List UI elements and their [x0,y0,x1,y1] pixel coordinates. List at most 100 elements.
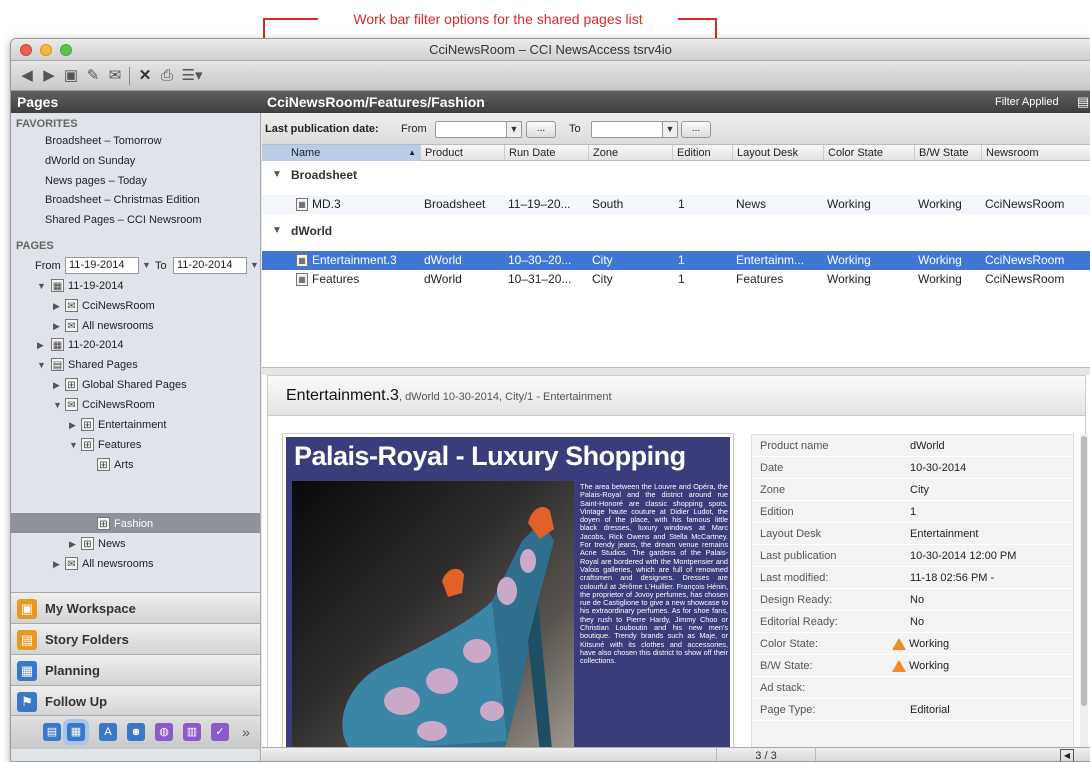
collapse-icon[interactable]: ▶ [69,537,76,551]
back-icon[interactable]: ◀ [17,66,37,86]
scroll-thumb[interactable] [1081,436,1087,706]
collapse-panel-icon[interactable]: ◀ [1060,749,1074,761]
expand-icon[interactable]: ▼ [272,217,282,245]
column-product[interactable]: Product [420,145,504,161]
from-date-input[interactable]: 11-19-2014 [65,257,139,274]
edit-icon[interactable]: ✎ [83,66,103,86]
property-row: Date 10-30-2014 [752,457,1073,479]
property-row: Design Ready: No [752,589,1073,611]
column-edition[interactable]: Edition [672,145,732,161]
tree-item-date[interactable]: 11-19-2014 [68,279,123,293]
tree-item-all-newsrooms[interactable]: All newsrooms [82,557,154,571]
column-bw-state[interactable]: B/W State [914,145,981,161]
tree-item-news[interactable]: News [98,537,126,551]
newsroom-icon: ✉ [65,557,78,570]
more-icon[interactable]: » [237,723,255,741]
property-row: Ad stack: [752,677,1073,699]
planning-button[interactable]: ▦ Planning [11,654,260,685]
view-options-icon[interactable]: ☰▾ [179,66,205,86]
folder-icon: ▤ [17,630,37,650]
tree-item-all-newsrooms[interactable]: All newsrooms [82,319,154,333]
save-icon[interactable]: ▣ [61,66,81,86]
group-header[interactable]: ▼ Broadsheet [262,161,1090,189]
table-row[interactable]: ▦ Features dWorld 10–31–20... City 1 Fea… [262,270,1090,289]
shared-folder-icon: ⊞ [97,458,110,471]
tree-item-global-shared[interactable]: Global Shared Pages [82,378,187,392]
expand-icon[interactable]: ▼ [53,398,62,412]
workbar-from-dropdown-icon[interactable]: ▼ [506,121,522,138]
collapse-icon[interactable]: ▶ [53,557,60,571]
column-zone[interactable]: Zone [588,145,672,161]
story-icon[interactable]: A [99,723,117,741]
workbar-from-input[interactable] [435,121,507,138]
tree-item-newsroom[interactable]: CciNewsRoom [82,299,155,313]
property-row: Color State: Working [752,633,1073,655]
pages-icon[interactable]: ▦ [67,723,85,741]
favorite-item[interactable]: dWorld on Sunday [45,155,135,167]
expand-icon[interactable]: ▼ [69,438,78,452]
people-icon[interactable]: ☻ [127,723,145,741]
header-bar: Pages CciNewsRoom/Features/Fashion Filte… [11,91,1090,113]
print-icon[interactable]: ⎙ [157,66,177,86]
tasks-icon[interactable]: ✓ [211,723,229,741]
tree-item-entertainment[interactable]: Entertainment [98,418,166,432]
workbar-to-browse-button[interactable]: ... [681,121,711,138]
checkout-icon[interactable]: ✉ [105,66,125,86]
zoom-window-button[interactable] [60,44,72,56]
to-date-dropdown-icon[interactable]: ▼ [250,258,259,272]
toolbar: ◀ ▶ ▣ ✎ ✉ ✕ ⎙ ☰▾ [11,61,1090,91]
splitter[interactable] [262,367,1090,375]
delete-icon[interactable]: ✕ [135,66,155,86]
workbar-to-input[interactable] [591,121,663,138]
column-layout-desk[interactable]: Layout Desk [732,145,823,161]
favorite-item[interactable]: News pages – Today [45,175,147,187]
tree-item-newsroom[interactable]: CciNewsRoom [82,398,155,412]
collapse-icon[interactable]: ▶ [53,299,60,313]
page-preview[interactable]: Palais-Royal - Luxury Shopping The area … [283,434,733,761]
table-row-selected[interactable]: ▦ Entertainment.3 dWorld 10–30–20... Cit… [262,251,1090,270]
favorite-item[interactable]: Broadsheet – Tomorrow [45,135,162,147]
group-header[interactable]: ▼ dWorld [262,217,1090,245]
stats-icon[interactable]: ▥ [183,723,201,741]
workbar-to-dropdown-icon[interactable]: ▼ [662,121,678,138]
workspace-icon: ▣ [17,599,37,619]
shared-pages-icon: ▤ [51,358,64,371]
tree-item-arts[interactable]: Arts [114,458,134,472]
expand-icon[interactable]: ▼ [37,358,46,372]
tree-item-features[interactable]: Features [98,438,141,452]
expand-icon[interactable]: ▼ [272,161,282,189]
collapse-icon[interactable]: ▶ [53,319,60,333]
expand-icon[interactable]: ▼ [37,279,46,293]
collapse-icon[interactable]: ▶ [69,418,76,432]
property-row: Zone City [752,479,1073,501]
column-color-state[interactable]: Color State [823,145,914,161]
table-row[interactable]: ▦ MD.3 Broadsheet 11–19–20... South 1 Ne… [262,195,1090,214]
clipboard-icon[interactable]: ▤ [43,723,61,741]
column-newsroom[interactable]: Newsroom [981,145,1090,161]
collapse-icon[interactable]: ▶ [37,338,44,352]
column-name[interactable]: Name ▲ [262,145,420,161]
property-row: Edition 1 [752,501,1073,523]
my-workspace-button[interactable]: ▣ My Workspace [11,592,260,623]
workbar-from-browse-button[interactable]: ... [526,121,556,138]
from-date-dropdown-icon[interactable]: ▼ [142,258,151,272]
column-run-date[interactable]: Run Date [504,145,588,161]
tree-item-shared-pages[interactable]: Shared Pages [68,358,138,372]
story-folders-button[interactable]: ▤ Story Folders [11,623,260,654]
web-icon[interactable]: ◍ [155,723,173,741]
from-label: From [35,260,61,272]
status-bar: 3 / 3 ◀ [262,747,1090,761]
collapse-icon[interactable]: ▶ [53,378,60,392]
forward-icon[interactable]: ▶ [39,66,59,86]
close-window-button[interactable] [20,44,32,56]
tree-item-date[interactable]: 11-20-2014 [68,338,123,352]
detail-scrollbar[interactable] [1080,434,1088,761]
filter-icon[interactable]: ▤ [1077,95,1089,109]
favorites-label: FAVORITES [16,118,78,130]
favorite-item[interactable]: Shared Pages – CCI Newsroom [45,214,202,226]
favorite-item[interactable]: Broadsheet – Christmas Edition [45,194,200,206]
minimize-window-button[interactable] [40,44,52,56]
to-date-input[interactable]: 11-20-2014 [173,257,247,274]
tree-item-fashion[interactable]: Fashion [114,517,153,531]
follow-up-button[interactable]: ⚑ Follow Up [11,685,260,716]
